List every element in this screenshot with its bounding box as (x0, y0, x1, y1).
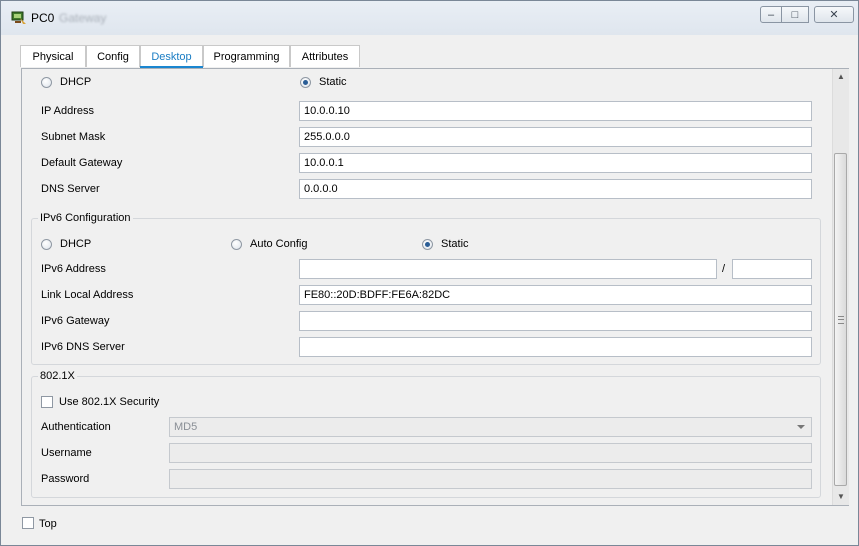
pc-app-icon (11, 11, 26, 24)
ipv6-group-title: IPv6 Configuration (38, 212, 133, 224)
close-button[interactable]: ✕ (814, 6, 854, 23)
ipv6-gateway-label: IPv6 Gateway (41, 315, 110, 327)
tab-attributes[interactable]: Attributes (290, 45, 360, 67)
authentication-select[interactable]: MD5 (169, 417, 812, 437)
default-gateway-input[interactable]: 10.0.0.1 (299, 153, 812, 173)
ip-address-label: IP Address (41, 105, 94, 117)
ipv4-static-radio[interactable] (300, 77, 311, 88)
chevron-down-icon (797, 425, 805, 429)
use-8021x-label: Use 802.1X Security (59, 396, 160, 408)
scroll-down-icon[interactable]: ▼ (833, 489, 849, 505)
ip-address-input[interactable]: 10.0.0.10 (299, 101, 812, 121)
top-label: Top (39, 518, 57, 530)
ipv6-static-radio[interactable] (422, 239, 433, 250)
authentication-label: Authentication (41, 421, 111, 433)
scrollbar-thumb[interactable] (834, 153, 847, 486)
ipv6-static-label: Static (441, 238, 469, 250)
window-title: PC0 (31, 11, 55, 25)
ipv4-dhcp-radio[interactable] (41, 77, 52, 88)
ipv4-dhcp-label: DHCP (60, 76, 92, 88)
ipv4-static-label: Static (319, 76, 347, 88)
maximize-button[interactable]: □ (782, 6, 809, 23)
tab-config[interactable]: Config (86, 45, 140, 67)
vertical-scrollbar[interactable]: ▲ ▼ (832, 69, 849, 505)
username-label: Username (41, 447, 92, 459)
tab-physical[interactable]: Physical (20, 45, 86, 67)
password-label: Password (41, 473, 90, 485)
subnet-mask-input[interactable]: 255.0.0.0 (299, 127, 812, 147)
ipv6-auto-config-radio[interactable] (231, 239, 242, 250)
scroll-up-icon[interactable]: ▲ (833, 69, 849, 85)
dns-server-input[interactable]: 0.0.0.0 (299, 179, 812, 199)
close-icon: ✕ (829, 9, 839, 21)
default-gateway-label: Default Gateway (41, 157, 123, 169)
ipv6-dhcp-label: DHCP (60, 238, 92, 250)
link-local-address-input[interactable]: FE80::20D:BDFF:FE6A:82DC (299, 285, 812, 305)
dot1x-group-title: 802.1X (38, 370, 77, 382)
ipv6-gateway-input[interactable] (299, 311, 812, 331)
dns-server-label: DNS Server (41, 183, 100, 195)
username-input[interactable] (169, 443, 812, 463)
maximize-icon: □ (791, 8, 799, 21)
link-local-address-label: Link Local Address (41, 289, 134, 301)
authentication-value: MD5 (174, 421, 198, 433)
app-window: PC0 Gateway – □ ✕ Physical Config Deskto… (0, 0, 859, 546)
ipv6-address-input[interactable] (299, 259, 717, 279)
ipv6-prefix-input[interactable] (732, 259, 812, 279)
prefix-separator: / (722, 263, 726, 275)
ipv6-dhcp-radio[interactable] (41, 239, 52, 250)
ipv6-auto-config-label: Auto Config (250, 238, 308, 250)
ipv6-address-label: IPv6 Address (41, 263, 106, 275)
minimize-button[interactable]: – (760, 6, 782, 23)
window-title-ghost: Gateway (59, 11, 107, 25)
tab-programming[interactable]: Programming (203, 45, 290, 67)
top-checkbox[interactable] (22, 517, 34, 529)
grip-icon (838, 316, 844, 324)
password-input[interactable] (169, 469, 812, 489)
use-8021x-checkbox[interactable] (41, 396, 53, 408)
subnet-mask-label: Subnet Mask (41, 131, 106, 143)
ipv6-dns-server-input[interactable] (299, 337, 812, 357)
minimize-icon: – (767, 8, 775, 21)
title-bar[interactable]: PC0 Gateway – □ ✕ (1, 1, 858, 35)
tab-desktop[interactable]: Desktop (140, 45, 203, 69)
ipv6-dns-server-label: IPv6 DNS Server (41, 341, 125, 353)
